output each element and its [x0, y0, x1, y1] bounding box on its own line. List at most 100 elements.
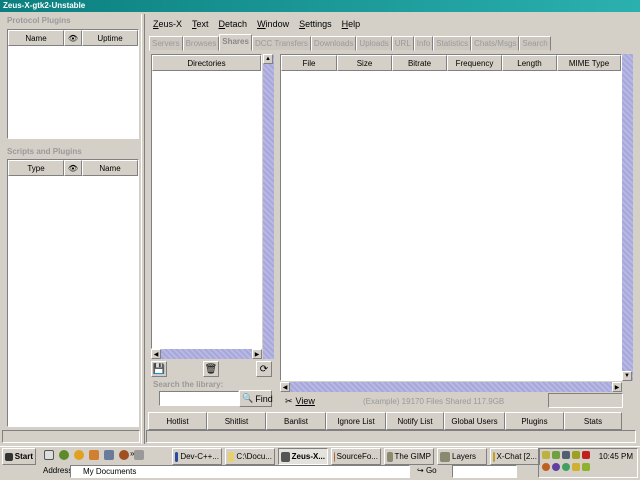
- col-frequency[interactable]: Frequency: [447, 55, 502, 71]
- tab-statistics[interactable]: Statistics: [433, 36, 472, 51]
- scroll-left-arrow[interactable]: ◀: [280, 382, 290, 392]
- tab-shares[interactable]: Shares: [219, 34, 252, 51]
- app-icon[interactable]: [119, 450, 129, 460]
- col-type[interactable]: Type: [8, 160, 64, 176]
- menu-help[interactable]: Help: [342, 19, 361, 29]
- tray-icon[interactable]: [572, 451, 580, 459]
- banlist-button[interactable]: Banlist: [266, 412, 326, 430]
- search-box[interactable]: [452, 465, 517, 478]
- tray-icon[interactable]: [552, 463, 560, 471]
- scissors-icon: ✂: [285, 396, 293, 406]
- ignore-list-button[interactable]: Ignore List: [326, 412, 386, 430]
- shitlist-button[interactable]: Shitlist: [207, 412, 266, 430]
- tray-icon[interactable]: [542, 463, 550, 471]
- stats-button[interactable]: Stats: [564, 412, 622, 430]
- clock[interactable]: 10:45 PM: [599, 452, 633, 461]
- menu-settings[interactable]: Settings: [299, 19, 332, 29]
- plugins-button[interactable]: Plugins: [505, 412, 564, 430]
- col-mime-type[interactable]: MIME Type: [557, 55, 621, 71]
- task-gimp[interactable]: The GIMP: [384, 448, 434, 465]
- save-icon[interactable]: 💾: [151, 361, 167, 377]
- tray-icon[interactable]: [572, 463, 580, 471]
- tab-browses[interactable]: Browses: [182, 36, 220, 51]
- scroll-left-arrow[interactable]: ◀: [151, 349, 161, 359]
- tab-uploads[interactable]: Uploads: [356, 36, 392, 51]
- menu-zeus-x[interactable]: Zeus-X: [153, 19, 182, 29]
- col-length[interactable]: Length: [502, 55, 557, 71]
- desktop-icon[interactable]: [44, 450, 54, 460]
- protocol-plugins-list[interactable]: Name 👁 Uptime: [7, 29, 139, 139]
- col-name[interactable]: Name: [82, 160, 138, 176]
- scroll-right-arrow[interactable]: ▶: [252, 349, 262, 359]
- file-list[interactable]: File Size Bitrate Frequency Length MIME …: [280, 54, 622, 381]
- menu-text[interactable]: Text: [192, 19, 209, 29]
- search-library-label: Search the library:: [153, 380, 224, 389]
- network-icon[interactable]: [104, 450, 114, 460]
- col-uptime[interactable]: Uptime: [82, 30, 138, 46]
- tray-icon[interactable]: [582, 463, 590, 471]
- col-directories[interactable]: Directories: [152, 55, 261, 71]
- tab-bar: Servers Browses Shares DCC Transfers Dow…: [149, 34, 551, 51]
- tray-icon[interactable]: [582, 451, 590, 459]
- tab-info[interactable]: Info: [413, 36, 434, 51]
- task-layers[interactable]: Layers: [437, 448, 487, 465]
- col-name[interactable]: Name: [8, 30, 64, 46]
- directories-vscrollbar[interactable]: ▲: [263, 54, 274, 359]
- task-sourceforge[interactable]: SourceFo...: [331, 448, 381, 465]
- task-zeus-x[interactable]: Zeus-X...: [278, 448, 328, 465]
- scroll-right-arrow[interactable]: ▶: [612, 382, 622, 392]
- search-library-input[interactable]: [159, 391, 239, 406]
- file-vscrollbar[interactable]: ▼: [622, 54, 633, 381]
- tab-servers[interactable]: Servers: [149, 36, 183, 51]
- protocol-plugins-label: Protocol Plugins: [7, 16, 71, 25]
- col-size[interactable]: Size: [337, 55, 392, 71]
- file-hscrollbar[interactable]: ◀ ▶: [280, 382, 622, 392]
- tab-chats-msgs[interactable]: Chats/Msgs: [471, 36, 520, 51]
- tab-url[interactable]: URL: [391, 36, 414, 51]
- tab-downloads[interactable]: Downloads: [310, 36, 357, 51]
- more-chevron-icon[interactable]: »: [130, 449, 134, 458]
- col-bitrate[interactable]: Bitrate: [392, 55, 447, 71]
- pane-splitter[interactable]: [141, 14, 145, 444]
- tray-icon[interactable]: [562, 451, 570, 459]
- hotlist-button[interactable]: Hotlist: [148, 412, 207, 430]
- col-file[interactable]: File: [281, 55, 337, 71]
- global-users-button[interactable]: Global Users: [444, 412, 505, 430]
- refresh-icon[interactable]: ⟳: [256, 361, 272, 377]
- notify-list-button[interactable]: Notify List: [386, 412, 444, 430]
- tray-icons: [542, 451, 590, 459]
- tray-icon[interactable]: [562, 463, 570, 471]
- directories-tree[interactable]: Directories: [151, 54, 262, 349]
- bottom-button-bar: Hotlist Shitlist Banlist Ignore List Not…: [148, 412, 628, 430]
- shell-icon[interactable]: [134, 450, 144, 460]
- start-button[interactable]: Start: [2, 448, 36, 465]
- address-input[interactable]: My Documents: [70, 465, 410, 478]
- browser-icon[interactable]: [59, 450, 69, 460]
- tool-icon[interactable]: [89, 450, 99, 460]
- task-dev-cpp[interactable]: Dev-C++...: [172, 448, 222, 465]
- menu-detach[interactable]: Detach: [219, 19, 248, 29]
- eye-icon[interactable]: 👁: [64, 30, 82, 46]
- directories-hscrollbar[interactable]: ◀ ▶: [151, 349, 262, 359]
- tab-search[interactable]: Search: [519, 36, 551, 51]
- scroll-up-arrow[interactable]: ▲: [263, 54, 273, 64]
- gimp-icon: [387, 451, 393, 462]
- tab-dcc-transfers[interactable]: DCC Transfers: [251, 36, 311, 51]
- menu-bar: Zeus-X Text Detach Window Settings Help: [153, 19, 360, 29]
- scripts-plugins-list[interactable]: Type 👁 Name: [7, 159, 139, 427]
- eye-icon[interactable]: 👁: [64, 160, 82, 176]
- task-xchat[interactable]: X-Chat [2...: [490, 448, 540, 465]
- gear-icon[interactable]: [74, 450, 84, 460]
- statusbar-left: [2, 430, 140, 443]
- view-button[interactable]: ✂ View: [285, 396, 315, 407]
- tray-icon[interactable]: [552, 451, 560, 459]
- trash-icon[interactable]: 🗑: [203, 361, 219, 377]
- go-button[interactable]: ↪ Go: [417, 466, 437, 475]
- scroll-down-arrow[interactable]: ▼: [622, 371, 632, 381]
- menu-window[interactable]: Window: [257, 19, 289, 29]
- quick-launch: [44, 450, 144, 460]
- task-list: Dev-C++... C:\Docu... Zeus-X... SourceFo…: [172, 448, 540, 465]
- find-button[interactable]: 🔍 Find: [239, 390, 273, 407]
- tray-icon[interactable]: [542, 451, 550, 459]
- task-c-docu[interactable]: C:\Docu...: [225, 448, 275, 465]
